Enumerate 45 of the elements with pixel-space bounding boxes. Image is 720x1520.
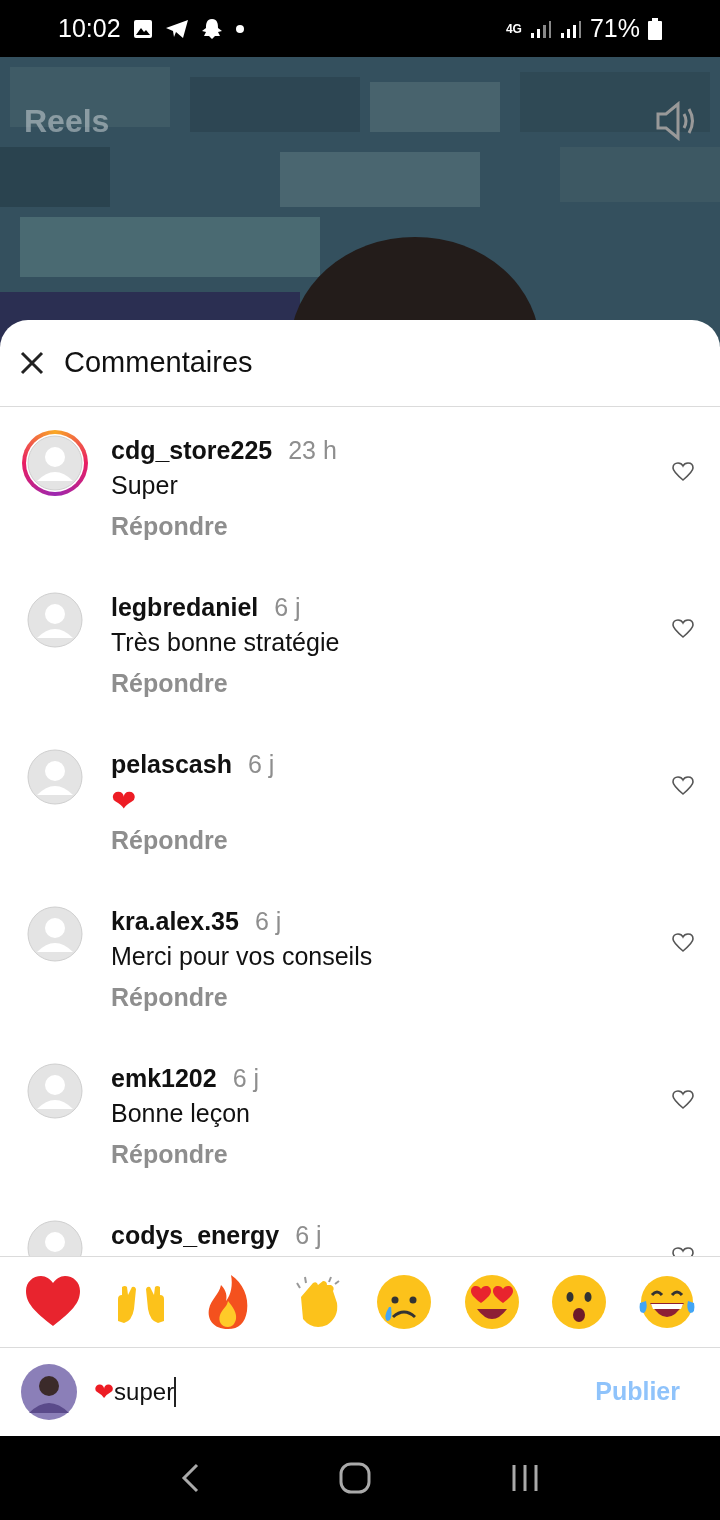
- username[interactable]: emk1202: [111, 1060, 217, 1098]
- network-label: 4G: [505, 20, 522, 38]
- gallery-icon: [132, 18, 153, 39]
- heart-icon[interactable]: [672, 619, 694, 639]
- heart-icon[interactable]: [672, 933, 694, 953]
- comment-time: 6 j: [232, 1063, 260, 1094]
- username[interactable]: codys_energy: [111, 1217, 280, 1255]
- battery-icon: [648, 17, 662, 40]
- comment-time: 6 j: [274, 592, 301, 623]
- close-icon[interactable]: [20, 351, 44, 375]
- dot-icon: [234, 23, 245, 34]
- comment-text: ❤: [111, 781, 138, 820]
- username[interactable]: cdg_store225: [111, 432, 273, 470]
- heart-eyes-face-icon[interactable]: [462, 1273, 521, 1331]
- sheet-title: Commentaires: [64, 345, 253, 381]
- text-cursor: [174, 1376, 177, 1407]
- crying-face-icon[interactable]: [374, 1273, 433, 1331]
- paper-plane-icon: [164, 18, 189, 39]
- username[interactable]: pelascash: [111, 746, 232, 784]
- reels-title: Reels: [24, 102, 110, 141]
- ghost-icon: [200, 17, 223, 40]
- status-time: 10:02: [58, 12, 121, 44]
- heart-icon[interactable]: [672, 462, 694, 482]
- username[interactable]: legbredaniel: [111, 589, 259, 627]
- username[interactable]: kra.alex.35: [111, 903, 239, 941]
- heart-icon[interactable]: [672, 776, 694, 796]
- comment-text: Bonne leçon: [111, 1098, 251, 1130]
- heart-icon[interactable]: [672, 1090, 694, 1110]
- avatar-icon: [20, 1362, 78, 1421]
- comment-time: 6 j: [254, 906, 282, 937]
- comment-text: Merci pour vos conseils: [111, 941, 374, 973]
- comment-text: Très bonne stratégie: [111, 627, 341, 659]
- battery-label: 71%: [589, 12, 640, 44]
- comment-input[interactable]: ❤super: [94, 1366, 580, 1417]
- recent-apps-icon[interactable]: [510, 1463, 541, 1493]
- comment-time: 6 j: [295, 1220, 322, 1251]
- laughing-face-icon[interactable]: [637, 1273, 696, 1331]
- back-icon[interactable]: [179, 1463, 200, 1493]
- surprised-face-icon[interactable]: [550, 1273, 609, 1331]
- signal-icon: [529, 18, 552, 39]
- signal-icon: [559, 18, 582, 39]
- home-icon[interactable]: [339, 1462, 371, 1494]
- comment-time: 23 h: [288, 435, 337, 466]
- comment-text: Super: [111, 470, 179, 502]
- comment-time: 6 j: [247, 749, 275, 780]
